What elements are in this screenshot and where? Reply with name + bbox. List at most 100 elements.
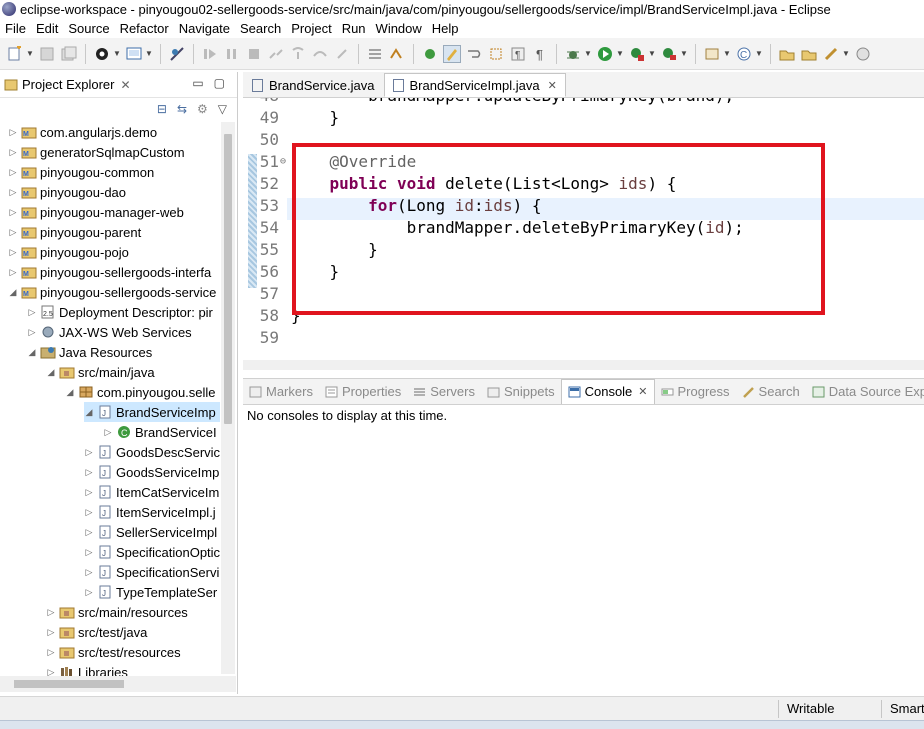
step-into-icon[interactable] [289,45,307,63]
tree-item[interactable]: ▷ J ItemCatServiceIm [84,482,220,502]
collapse-arrow-icon[interactable]: ◢ [8,287,18,298]
expand-arrow-icon[interactable]: ▷ [84,467,94,478]
tree-item[interactable]: ▷ Mpinyougou-pojo [8,242,129,262]
coverage-dropdown-icon[interactable]: ▼ [648,45,656,63]
view-menu-icon[interactable]: ▽ [218,102,227,116]
run-dropdown-icon[interactable]: ▼ [616,45,624,63]
tree-vertical-scrollbar[interactable] [221,122,235,674]
expand-arrow-icon[interactable]: ▷ [84,547,94,558]
menu-source[interactable]: Source [63,21,114,36]
scrollbar-thumb[interactable] [224,134,232,424]
run-icon[interactable] [596,45,614,63]
tree-item[interactable]: ▷ src/test/resources [46,642,181,662]
tree-item[interactable]: ▷ MgeneratorSqlmapCustom [8,142,185,162]
tab-progress[interactable]: Progress [655,379,736,404]
tab-servers[interactable]: Servers [407,379,481,404]
new-server-icon[interactable] [703,45,721,63]
console-dropdown-icon[interactable]: ▼ [145,45,153,63]
resume-icon[interactable] [201,45,219,63]
tree-item[interactable]: ▷ J GoodsDescServic [84,442,220,462]
expand-arrow-icon[interactable]: ▷ [84,567,94,578]
tab-brandservice-java[interactable]: BrandService.java [243,73,384,97]
expand-arrow-icon[interactable]: ▷ [46,627,56,638]
menu-refactor[interactable]: Refactor [115,21,174,36]
expand-arrow-icon[interactable]: ▷ [8,247,18,258]
expand-arrow-icon[interactable]: ▷ [8,147,18,158]
tree-item[interactable]: ▷ J TypeTemplateSer [84,582,218,602]
menu-navigate[interactable]: Navigate [174,21,235,36]
tree-item[interactable]: ▷ src/main/resources [46,602,188,622]
step-return-icon[interactable] [333,45,351,63]
tree-item[interactable]: ▷ Mpinyougou-parent [8,222,142,242]
expand-arrow-icon[interactable]: ▷ [8,127,18,138]
block-selection-icon[interactable] [487,45,505,63]
coverage-icon[interactable] [628,45,646,63]
tree-item[interactable]: ▷ J SellerServiceImpl [84,522,218,542]
tree-item[interactable]: ▷ Mpinyougou-manager-web [8,202,184,222]
expand-arrow-icon[interactable]: ▷ [84,587,94,598]
menu-search[interactable]: Search [235,21,286,36]
collapse-arrow-icon[interactable]: ◢ [84,407,94,418]
disconnect-icon[interactable] [267,45,285,63]
maximize-icon[interactable]: ▢ [214,76,225,90]
show-whitespace-icon[interactable]: ¶ [509,45,527,63]
expand-arrow-icon[interactable]: ▷ [8,267,18,278]
tab-console[interactable]: Console ✕ [560,379,655,404]
terminate-icon[interactable] [245,45,263,63]
tab-properties[interactable]: Properties [319,379,407,404]
focus-icon[interactable]: ⚙ [197,102,208,116]
minimize-icon[interactable]: ▭ [192,76,203,90]
link-with-editor-icon[interactable]: ⇆ [177,102,187,116]
toggle-mark-occurrences-icon[interactable] [388,45,406,63]
expand-arrow-icon[interactable]: ▷ [27,327,37,338]
expand-arrow-icon[interactable]: ▷ [84,487,94,498]
editor-horizontal-scrollbar[interactable] [243,360,924,370]
menu-window[interactable]: Window [371,21,427,36]
expand-arrow-icon[interactable]: ▷ [46,607,56,618]
tree-item[interactable]: ▷ J ItemServiceImpl.j [84,502,216,522]
use-step-filters-icon[interactable] [366,45,384,63]
open-folder-icon[interactable] [800,45,818,63]
menu-edit[interactable]: Edit [31,21,63,36]
tab-search[interactable]: Search [736,379,806,404]
save-all-icon[interactable] [60,45,78,63]
step-over-icon[interactable] [311,45,329,63]
expand-arrow-icon[interactable]: ▷ [8,167,18,178]
tree-item[interactable]: ▷ JAX-WS Web Services [27,322,192,342]
expand-arrow-icon[interactable]: ▷ [46,647,56,658]
save-icon[interactable] [38,45,56,63]
expand-arrow-icon[interactable]: ▷ [84,507,94,518]
tree-horizontal-scrollbar[interactable] [0,676,236,692]
new-server-dropdown-icon[interactable]: ▼ [723,45,731,63]
highlight-icon[interactable] [443,44,461,63]
tree-item[interactable]: ◢ J BrandServiceImp [84,402,220,422]
close-icon[interactable]: ✕ [548,79,557,92]
collapse-arrow-icon[interactable]: ◢ [46,367,56,378]
new-icon[interactable] [6,45,24,63]
collapse-arrow-icon[interactable]: ◢ [65,387,75,398]
expand-arrow-icon[interactable]: ▷ [103,427,113,438]
new-java-class-dropdown-icon[interactable]: ▼ [755,45,763,63]
tree-item[interactable]: ▷ Mpinyougou-sellergoods-interfa [8,262,212,282]
tree-item[interactable]: ▷ 2.5 Deployment Descriptor: pir [27,302,213,322]
search-dropdown-icon[interactable]: ▼ [842,45,850,63]
tab-data-source-explorer[interactable]: Data Source Exp [806,379,924,404]
tab-snippets[interactable]: Snippets [481,379,561,404]
menu-run[interactable]: Run [337,21,371,36]
expand-arrow-icon[interactable]: ▷ [8,227,18,238]
project-explorer-title[interactable]: Project Explorer [22,77,114,92]
skip-breakpoints-icon[interactable] [168,45,186,63]
new-dropdown-icon[interactable]: ▼ [26,45,34,63]
debug-dropdown-icon[interactable]: ▼ [584,45,592,63]
menu-file[interactable]: File [0,21,31,36]
perspective-icon[interactable] [854,45,872,63]
debug-icon[interactable] [564,45,582,63]
search-toolbar-icon[interactable] [822,45,840,63]
close-icon[interactable]: ✕ [120,78,130,92]
collapse-arrow-icon[interactable]: ◢ [27,347,37,358]
expand-arrow-icon[interactable]: ▷ [8,187,18,198]
tree-item[interactable]: ▷ Mcom.angularjs.demo [8,122,158,142]
tab-markers[interactable]: Markers [243,379,319,404]
menu-help[interactable]: Help [427,21,464,36]
word-wrap-icon[interactable] [465,45,483,63]
